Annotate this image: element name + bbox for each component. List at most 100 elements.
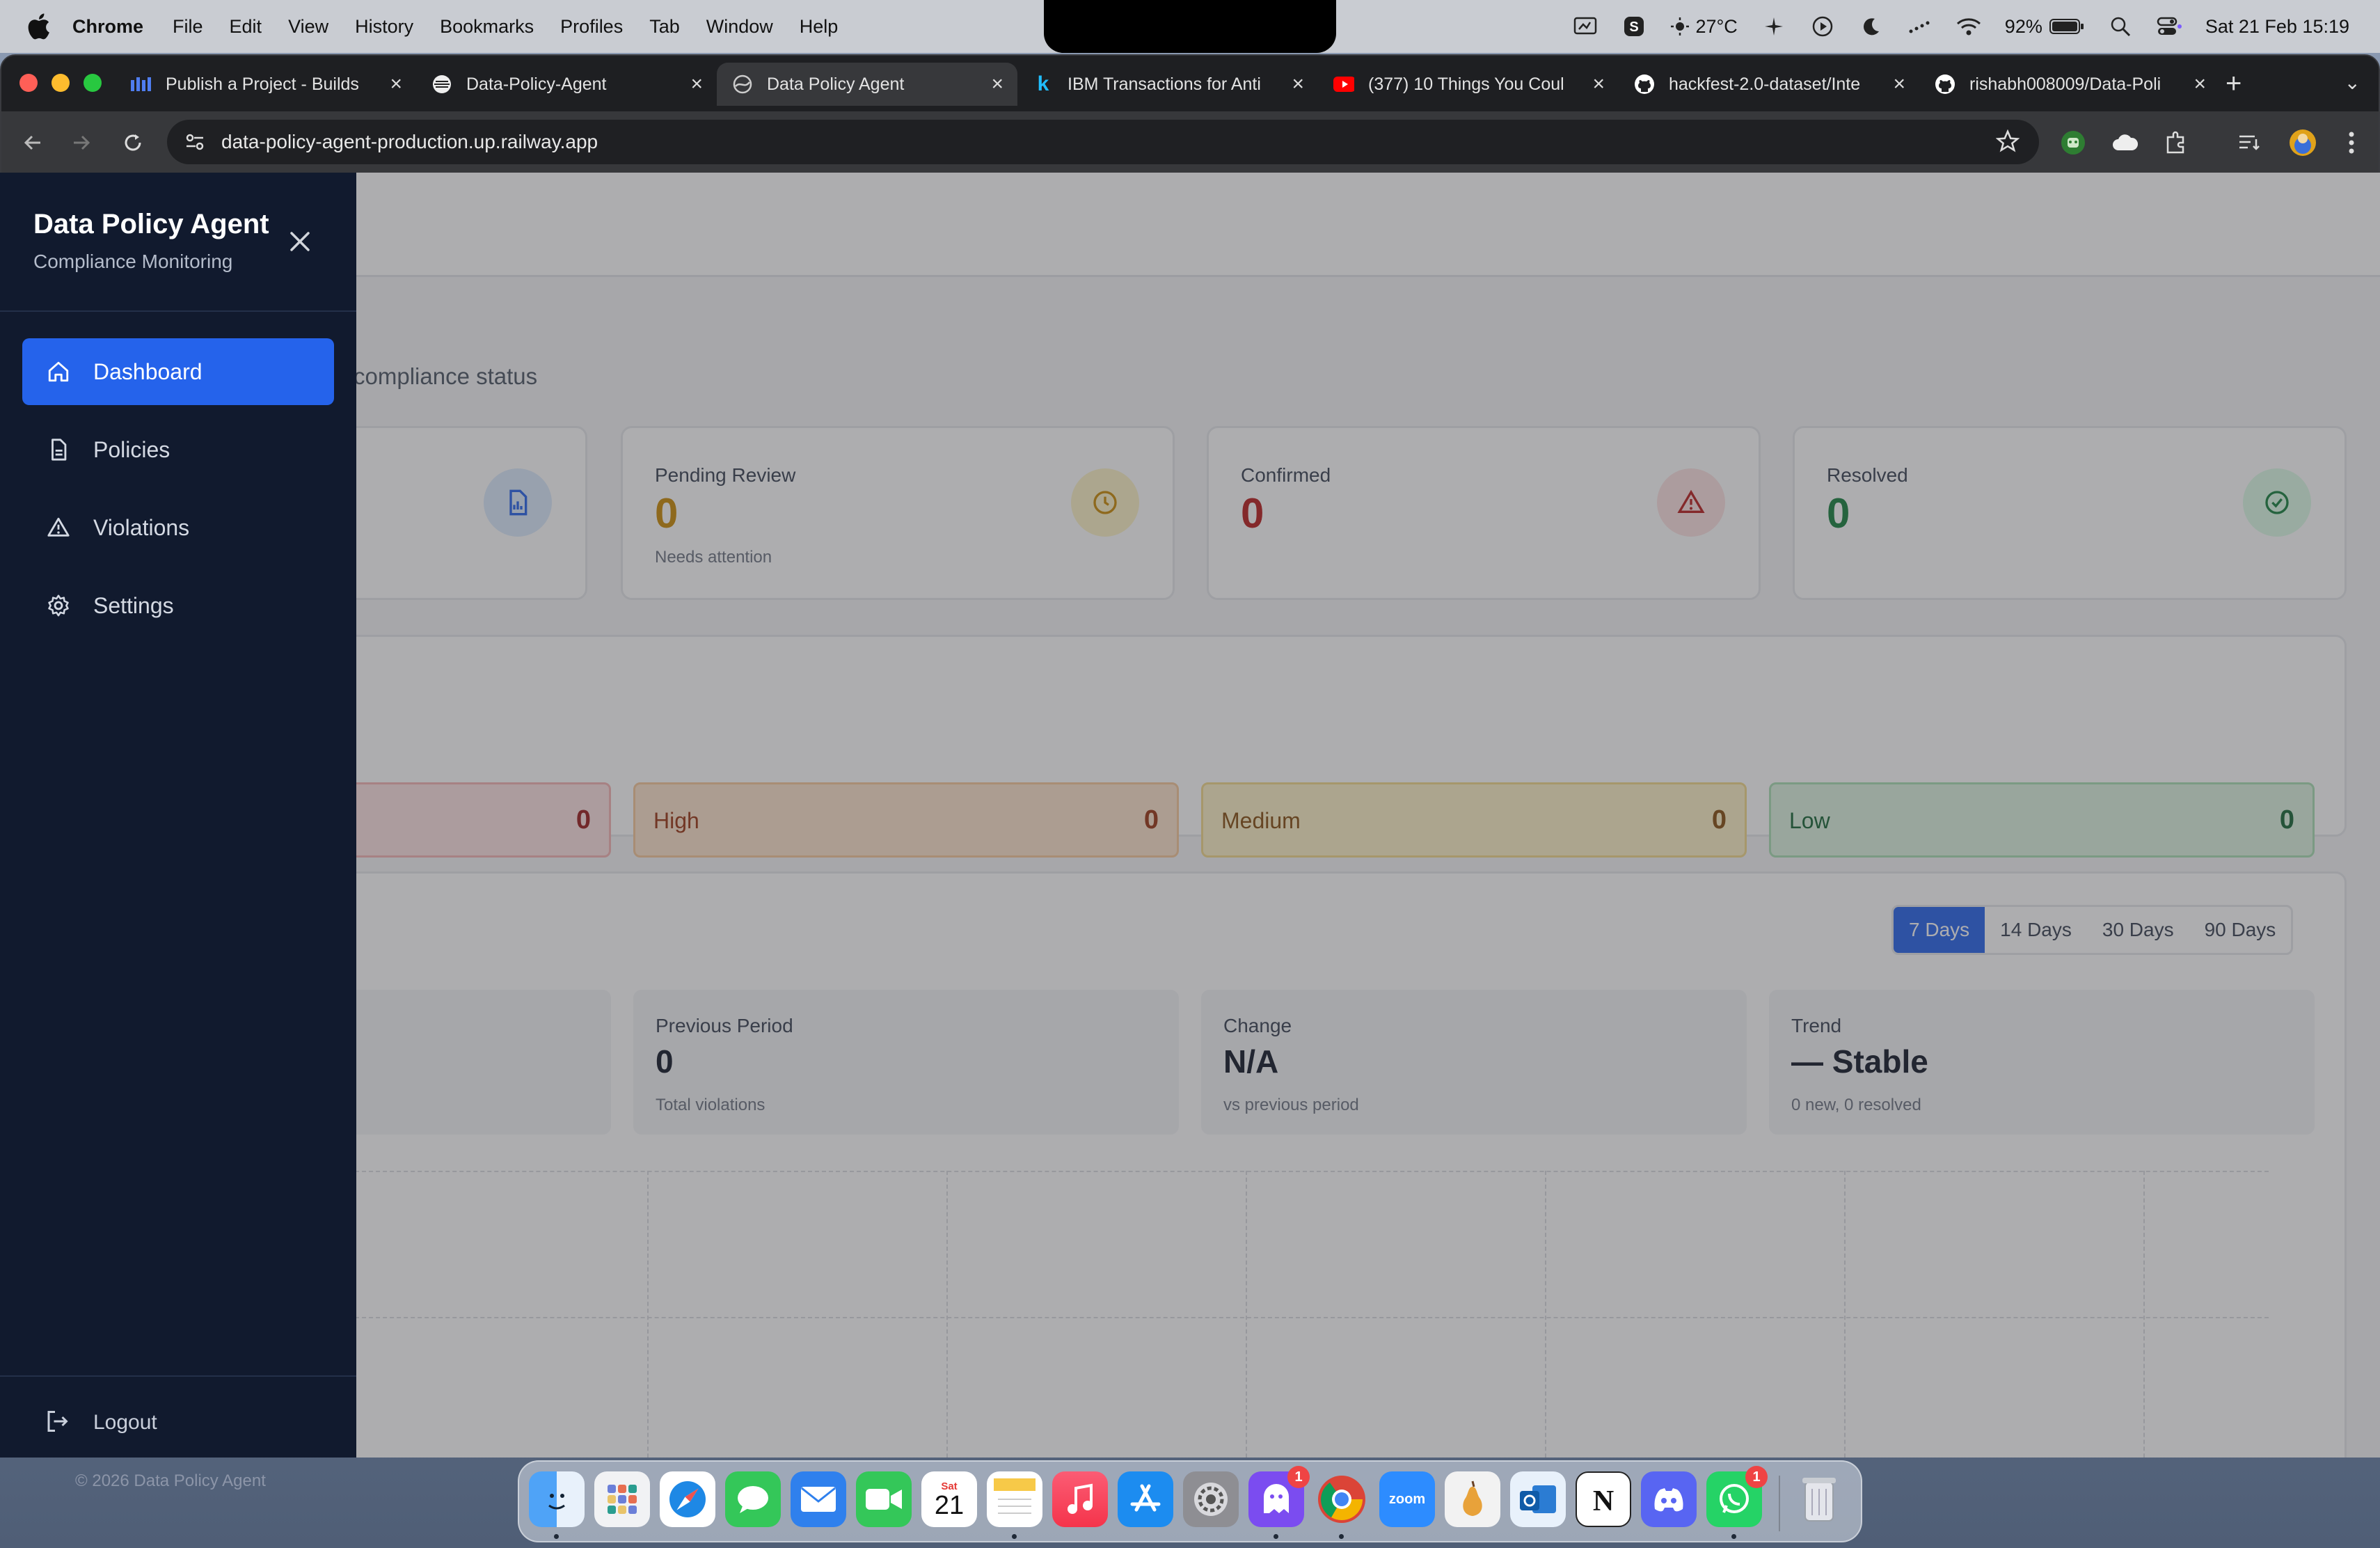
extension-robot-icon[interactable] bbox=[2056, 125, 2091, 160]
tab-strip: Publish a Project - Builds × Data-Policy… bbox=[1, 56, 2379, 111]
apple-menu-icon[interactable] bbox=[25, 11, 56, 42]
sidebar-item-dashboard[interactable]: Dashboard bbox=[22, 338, 334, 405]
wifi-icon[interactable] bbox=[1956, 14, 1981, 39]
screen-mirror-icon[interactable] bbox=[1573, 14, 1598, 39]
sidebar-item-settings[interactable]: Settings bbox=[22, 572, 334, 639]
dock-safari[interactable] bbox=[660, 1471, 715, 1527]
menu-view[interactable]: View bbox=[288, 16, 328, 38]
notification-badge: 1 bbox=[1745, 1466, 1768, 1488]
menubar-datetime[interactable]: Sat 21 Feb 15:19 bbox=[2205, 16, 2349, 38]
tab-data-policy-agent-active[interactable]: Data Policy Agent × bbox=[717, 63, 1017, 106]
dock-launchpad[interactable] bbox=[594, 1471, 650, 1527]
dock-chrome[interactable] bbox=[1314, 1471, 1370, 1527]
dock-notion[interactable]: N bbox=[1576, 1471, 1631, 1527]
reload-icon[interactable] bbox=[116, 125, 150, 160]
dock-zoom[interactable]: zoom bbox=[1379, 1471, 1435, 1527]
dock-messages[interactable] bbox=[725, 1471, 781, 1527]
tab-title: (377) 10 Things You Coul bbox=[1368, 74, 1564, 94]
sidebar-item-policies[interactable]: Policies bbox=[22, 416, 334, 483]
macos-dock: Sat 21 1 zoom N 1 bbox=[518, 1460, 1862, 1542]
dock-mail[interactable] bbox=[791, 1471, 846, 1527]
close-tab-icon[interactable]: × bbox=[1893, 72, 1905, 96]
spotlight-search-icon[interactable] bbox=[2108, 14, 2133, 39]
youtube-icon bbox=[1333, 74, 1354, 95]
modal-overlay-dim[interactable] bbox=[0, 173, 2380, 1458]
menu-file[interactable]: File bbox=[173, 16, 203, 38]
github-icon bbox=[1634, 74, 1655, 95]
forward-arrow-icon[interactable] bbox=[64, 125, 99, 160]
weather-icon[interactable]: 27°C bbox=[1670, 15, 1738, 38]
new-tab-icon[interactable]: + bbox=[2226, 68, 2242, 100]
address-bar[interactable]: data-policy-agent-production.up.railway.… bbox=[167, 120, 2039, 164]
battery-percent: 92% bbox=[2004, 15, 2042, 37]
dock-music[interactable] bbox=[1052, 1471, 1108, 1527]
close-tab-icon[interactable]: × bbox=[690, 72, 703, 96]
svg-text:N: N bbox=[1593, 1485, 1614, 1516]
copyright-text: © 2026 Data Policy Agent bbox=[75, 1471, 266, 1490]
reading-list-icon[interactable] bbox=[2232, 125, 2267, 160]
menu-edit[interactable]: Edit bbox=[230, 16, 262, 38]
close-tab-icon[interactable]: × bbox=[2193, 72, 2206, 96]
sidebar-drawer: Data Policy Agent Compliance Monitoring … bbox=[0, 173, 356, 1490]
tab-publish-project[interactable]: Publish a Project - Builds × bbox=[116, 63, 416, 106]
dock-calendar[interactable]: Sat 21 bbox=[921, 1471, 977, 1527]
temperature-label: 27°C bbox=[1695, 15, 1738, 37]
site-settings-icon[interactable] bbox=[181, 128, 209, 156]
control-center-icon[interactable] bbox=[2157, 14, 2182, 39]
bookmark-star-icon[interactable] bbox=[1995, 129, 2020, 157]
menu-help[interactable]: Help bbox=[800, 16, 839, 38]
tab-github-repo[interactable]: rishabh008009/Data-Poli × bbox=[1919, 63, 2220, 106]
sidebar-subtitle: Compliance Monitoring bbox=[33, 251, 233, 272]
menu-profiles[interactable]: Profiles bbox=[560, 16, 623, 38]
extension-cloud-icon[interactable] bbox=[2107, 125, 2142, 160]
profile-avatar[interactable] bbox=[2285, 125, 2320, 160]
sparkle-icon[interactable] bbox=[1761, 14, 1786, 39]
dock-notes[interactable] bbox=[987, 1471, 1042, 1527]
dock-system-settings[interactable] bbox=[1183, 1471, 1239, 1527]
menu-bookmarks[interactable]: Bookmarks bbox=[440, 16, 534, 38]
app-name-chrome[interactable]: Chrome bbox=[72, 16, 143, 38]
zoom-window-button[interactable] bbox=[84, 74, 102, 92]
extensions-puzzle-icon[interactable] bbox=[2159, 125, 2193, 160]
dock-facetime[interactable] bbox=[856, 1471, 912, 1527]
menu-history[interactable]: History bbox=[355, 16, 413, 38]
close-window-button[interactable] bbox=[19, 74, 38, 92]
tab-ibm-transactions[interactable]: k IBM Transactions for Anti × bbox=[1017, 63, 1318, 106]
dock-outlook[interactable] bbox=[1510, 1471, 1566, 1527]
url-text[interactable]: data-policy-agent-production.up.railway.… bbox=[221, 131, 598, 153]
logout-icon bbox=[45, 1409, 72, 1437]
dock-whatsapp[interactable]: 1 bbox=[1706, 1466, 1768, 1527]
dock-pear-app[interactable] bbox=[1445, 1471, 1500, 1527]
dock-trash[interactable] bbox=[1791, 1471, 1847, 1527]
globe-icon bbox=[732, 74, 753, 95]
skype-icon[interactable]: S bbox=[1621, 14, 1647, 39]
dock-finder[interactable] bbox=[529, 1471, 585, 1527]
dock-discord[interactable] bbox=[1641, 1471, 1697, 1527]
dock-app-store[interactable] bbox=[1118, 1471, 1173, 1527]
logout-button[interactable]: Logout bbox=[45, 1409, 157, 1437]
dashboard-page: rd compliance status Pending Review 0 Ne… bbox=[0, 173, 2380, 1458]
close-sidebar-icon[interactable] bbox=[283, 224, 317, 259]
minimize-window-button[interactable] bbox=[51, 74, 70, 92]
play-circle-icon[interactable] bbox=[1810, 14, 1835, 39]
tab-data-policy-agent-railway[interactable]: Data-Policy-Agent × bbox=[416, 63, 717, 106]
tab-search-chevron-icon[interactable]: ⌄ bbox=[2345, 71, 2361, 94]
close-tab-icon[interactable]: × bbox=[991, 72, 1003, 96]
menu-window[interactable]: Window bbox=[706, 16, 773, 38]
close-tab-icon[interactable]: × bbox=[390, 72, 402, 96]
dock-ghost-app[interactable]: 1 bbox=[1248, 1466, 1310, 1527]
close-tab-icon[interactable]: × bbox=[1592, 72, 1605, 96]
tab-hackfest-dataset[interactable]: hackfest-2.0-dataset/Inte × bbox=[1619, 63, 1919, 106]
back-arrow-icon[interactable] bbox=[15, 125, 50, 160]
railway-icon bbox=[431, 74, 452, 95]
tab-youtube-video[interactable]: (377) 10 Things You Coul × bbox=[1318, 63, 1619, 106]
close-tab-icon[interactable]: × bbox=[1292, 72, 1304, 96]
more-menu-icon[interactable] bbox=[2334, 125, 2369, 160]
sidebar-item-violations[interactable]: Violations bbox=[22, 494, 334, 561]
dots-activity-icon[interactable] bbox=[1907, 14, 1933, 39]
menu-tab[interactable]: Tab bbox=[649, 16, 680, 38]
sidebar-title: Data Policy Agent bbox=[33, 209, 269, 239]
moon-icon[interactable] bbox=[1859, 14, 1884, 39]
logout-label: Logout bbox=[93, 1411, 157, 1434]
battery-status[interactable]: 92% bbox=[2005, 16, 2084, 38]
